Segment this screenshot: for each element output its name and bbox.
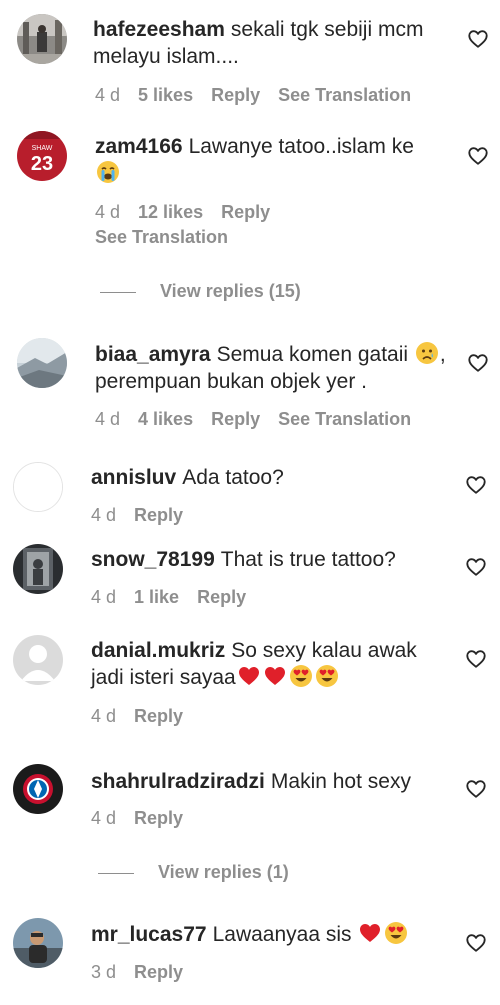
view-replies-button[interactable]: View replies (1) [98, 862, 289, 883]
reply-button[interactable]: Reply [134, 505, 183, 525]
reply-button[interactable]: Reply [134, 706, 183, 726]
comment-username[interactable]: biaa_amyra [95, 343, 211, 366]
see-translation-button[interactable]: See Translation [278, 409, 411, 429]
comment-body: snow_78199 That is true tattoo? [91, 546, 451, 573]
comment-username[interactable]: annisluv [91, 466, 176, 489]
heart-eyes-face-emoji [384, 921, 408, 945]
comment-text: Makin hot sexy [270, 770, 411, 793]
avatar[interactable]: SHAW 23 [17, 131, 67, 181]
view-replies-label: View replies (1) [158, 862, 289, 882]
comment-time: 4 d [95, 409, 121, 429]
reply-button[interactable]: Reply [211, 85, 260, 105]
comment-body: zam4166 Lawanye tatoo..islam ke [95, 133, 455, 187]
comment-username[interactable]: danial.mukriz [91, 639, 225, 662]
like-heart-icon[interactable] [465, 474, 487, 496]
heart-eyes-face-emoji [315, 664, 339, 688]
red-heart-emoji [263, 664, 287, 688]
comment-meta: 4 d 5 likes Reply See Translation [95, 85, 429, 106]
comment-body: annisluv Ada tatoo? [91, 464, 451, 491]
sad-tear-face-emoji [415, 341, 439, 365]
view-replies-divider [98, 872, 134, 874]
comment-meta: 4 d 12 likes Reply [95, 202, 288, 223]
likes-count[interactable]: 1 like [134, 587, 179, 607]
comment-username[interactable]: mr_lucas77 [91, 923, 207, 946]
comment-text: That is true tattoo? [220, 548, 396, 571]
avatar[interactable] [17, 14, 67, 64]
comment-meta: 4 d 4 likes Reply See Translation [95, 409, 429, 430]
likes-count[interactable]: 4 likes [138, 409, 193, 429]
likes-count[interactable]: 5 likes [138, 85, 193, 105]
comment-body: biaa_amyra Semua komen gataii , perempuan… [95, 341, 455, 395]
comment-body: shahrulradziradzi Makin hot sexy [91, 768, 451, 795]
comment-time: 4 d [95, 202, 121, 222]
comment-text: Ada tatoo? [182, 466, 284, 489]
red-heart-emoji [237, 664, 261, 688]
heart-eyes-face-emoji [289, 664, 313, 688]
comment-meta: 4 d 1 like Reply [91, 587, 264, 608]
comment-meta: 4 d Reply [91, 808, 201, 829]
like-heart-icon[interactable] [467, 145, 489, 167]
view-replies-button[interactable]: View replies (15) [100, 281, 301, 302]
comment-body: mr_lucas77 Lawaanyaa sis [91, 921, 451, 948]
likes-count[interactable]: 12 likes [138, 202, 203, 222]
comment-meta: 4 d Reply [91, 505, 201, 526]
view-replies-divider [100, 291, 136, 293]
comment-time: 4 d [91, 505, 117, 525]
avatar[interactable] [13, 764, 63, 814]
comment-username[interactable]: zam4166 [95, 135, 183, 158]
reply-button[interactable]: Reply [211, 409, 260, 429]
comment-username[interactable]: hafezeesham [93, 18, 225, 41]
like-heart-icon[interactable] [465, 556, 487, 578]
reply-button[interactable]: Reply [197, 587, 246, 607]
comment-body: danial.mukriz So sexy kalau awak jadi ist… [91, 637, 451, 691]
default-avatar[interactable] [13, 635, 63, 685]
comment-time: 4 d [91, 706, 117, 726]
like-heart-icon[interactable] [467, 28, 489, 50]
avatar[interactable] [17, 338, 67, 388]
see-translation-button[interactable]: See Translation [95, 227, 228, 248]
comment-body: hafezeesham sekali tgk sebiji mcm melayu … [93, 16, 453, 70]
reply-button[interactable]: Reply [134, 808, 183, 828]
comment-text: Lawanye tatoo..islam ke [188, 135, 414, 158]
avatar[interactable] [13, 918, 63, 968]
reply-button[interactable]: Reply [134, 962, 183, 982]
like-heart-icon[interactable] [467, 352, 489, 374]
like-heart-icon[interactable] [465, 932, 487, 954]
comment-text: Semua komen gataii [216, 343, 409, 366]
comment-time: 4 d [95, 85, 121, 105]
comment-username[interactable]: shahrulradziradzi [91, 770, 265, 793]
comment-meta: 4 d Reply [91, 706, 201, 727]
comment-time: 4 d [91, 808, 117, 828]
comment-text: Lawaanyaa sis [212, 923, 352, 946]
comment-username[interactable]: snow_78199 [91, 548, 215, 571]
red-heart-emoji [358, 921, 382, 945]
crying-face-emoji [96, 160, 120, 184]
reply-button[interactable]: Reply [221, 202, 270, 222]
comment-time: 3 d [91, 962, 117, 982]
like-heart-icon[interactable] [465, 778, 487, 800]
see-translation-button[interactable]: See Translation [278, 85, 411, 105]
comment-time: 4 d [91, 587, 117, 607]
comment-meta: 3 d Reply [91, 962, 201, 983]
like-heart-icon[interactable] [465, 648, 487, 670]
avatar[interactable] [13, 462, 63, 512]
avatar-jersey-number: 23 [31, 153, 53, 175]
avatar-jersey-name: SHAW [32, 145, 53, 152]
view-replies-label: View replies (15) [160, 281, 301, 301]
avatar[interactable] [13, 544, 63, 594]
